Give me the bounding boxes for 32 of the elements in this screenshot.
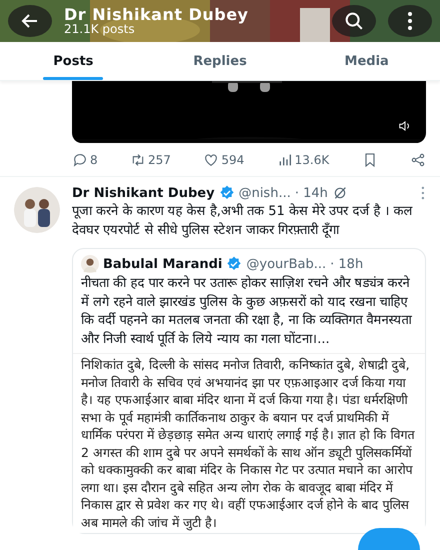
compose-button[interactable]: [358, 528, 420, 550]
bar-chart-icon: [276, 152, 293, 168]
author-name[interactable]: Dr Nishikant Dubey: [72, 186, 215, 200]
reply-icon: [72, 152, 88, 168]
repost-button[interactable]: 257: [130, 152, 171, 168]
share-icon: [410, 152, 426, 168]
profile-tab[interactable]: Media: [334, 42, 399, 80]
avatar[interactable]: [14, 187, 60, 233]
volume-icon[interactable]: [398, 119, 412, 133]
avatar[interactable]: [81, 255, 99, 273]
post-count: 21.1K posts: [64, 23, 136, 36]
quoted-author-handle: @yourBab...: [246, 256, 326, 272]
views-button[interactable]: 13.6K: [276, 152, 330, 168]
quoted-post-time: · 18h: [330, 256, 364, 272]
quoted-post-card[interactable]: [72, 248, 426, 534]
reply-button[interactable]: 8: [72, 152, 98, 168]
like-button[interactable]: 594: [203, 152, 244, 168]
search-icon: [343, 10, 365, 32]
post-text: पूजा करने के कारण यह केस है,अभी तक 51 केस मेरे उपर दर्ज है । कल देवघर एयरपोर्ट से सीधे पुलिस स्टेशन जाकर गिरफ़्तारी दूँगा: [72, 202, 414, 240]
heart-icon: [203, 152, 220, 168]
post-time: · 14h: [294, 186, 328, 200]
news-clipping-text: निशिकांत दुबे, दिल्ली के सांसद मनोज तिवारी, कनिष्कांत दुबे, शेषाद्री दुबे, मनोज तिवारी के सचिव एवं अभयानंद झा पर एफ़आइआर दर्ज किया गया है। यह एफआईआर बाबा मंदिर थाना में दर्ज किया गया है। पंडा धर्मरक्षिणी सभा के पूर्व महामंत्री कार्तिकनाथ ठाकुर के बयान पर दर्ज प्राथमिकी में धार्मिक परंपरा में छेड़छाड़ समेत अन्य धाराएं लगाई गई है। ज्ञात हो कि विगत 2 अगस्त की शाम दुबे पर अपने समर्थकों के साथ ऑन ड्यूटी पुलिसकर्मियों को धक्कामुक्की कर बाबा मंदिर के निकास गेट पर उत्पात मचाने का आरोप लगा था। इस दौरान दुबे सहित अन्य लोग रोक के बावजूद बाबा मंदिर में निकास द्वार से प्रवेश कर गए थे। वहीं एफआईआर दर्ज होने के बाद पुलिस अब मामले की जांच में जुटी है।: [73, 353, 425, 533]
more-icon: [406, 10, 414, 32]
profile-tab[interactable]: Replies: [183, 42, 257, 80]
profile-tab[interactable]: Posts: [43, 42, 104, 80]
share-button[interactable]: [410, 152, 426, 168]
quoted-post-text: नीचता की हद पार करने पर उतारू होकर साज़िश रचने और षड्यंत्र करने में लगे रहने वाले झारखंड पुलिस के कुछ अफ़सरों को याद रखना चाहिए कि वर्दी पहनने का मतलब जनता की रक्षा है, ना कि व्यक्तिगत वैमनस्यता और निजी स्वार्थ पूर्ति के लिये न्याय का गला घोंटना।...: [80, 274, 413, 348]
more-icon[interactable]: [420, 185, 426, 201]
author-handle[interactable]: @nish...: [238, 186, 291, 200]
slashed-circle-icon[interactable]: [332, 185, 348, 201]
quoted-author-name: Babulal Marandi: [103, 256, 222, 272]
profile-name: Dr Nishikant Dubey: [64, 6, 250, 24]
